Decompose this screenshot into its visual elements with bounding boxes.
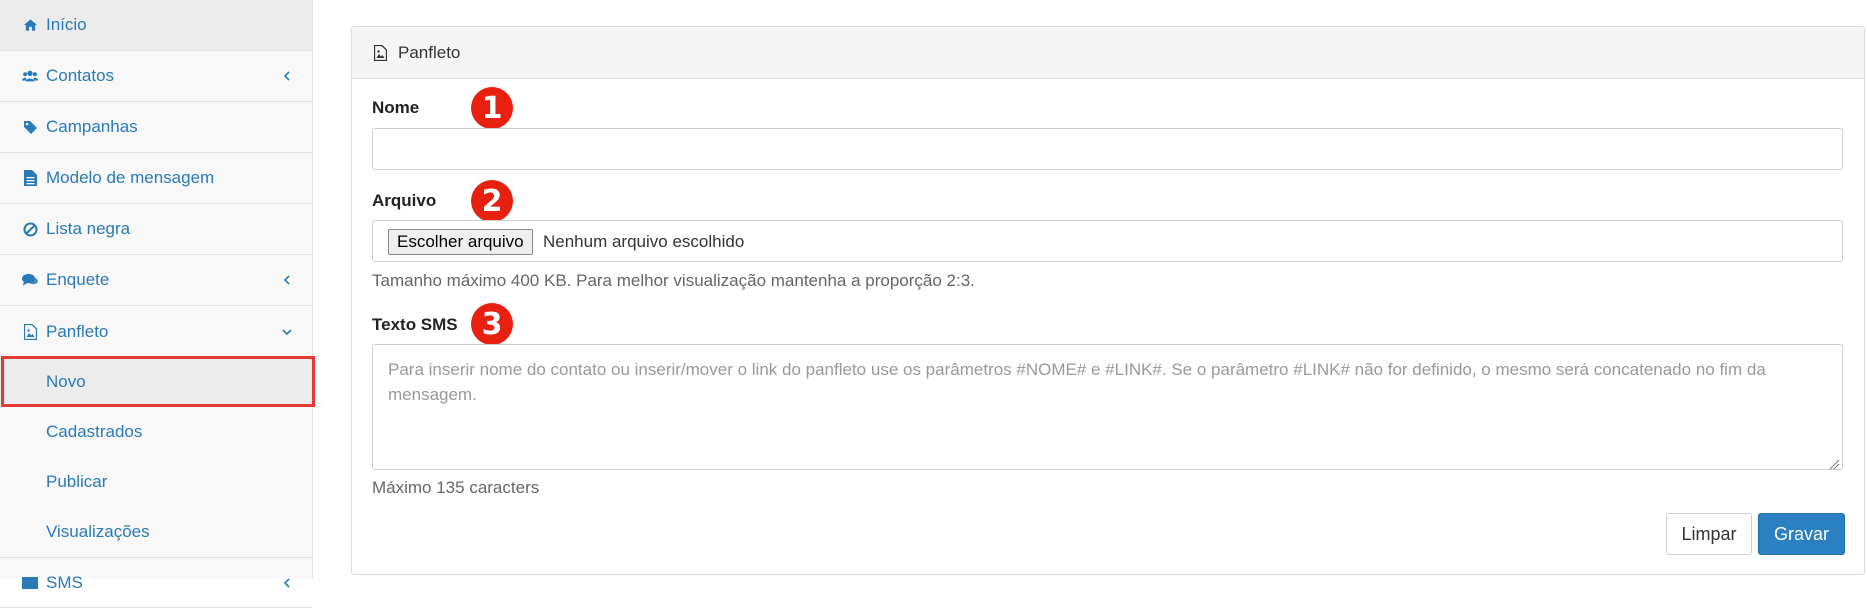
annotation-badge-3: 3 bbox=[471, 303, 513, 345]
sidebar-item-modelo-mensagem[interactable]: Modelo de mensagem bbox=[0, 153, 312, 204]
annotation-badge-2: 2 bbox=[471, 180, 513, 222]
home-icon bbox=[22, 17, 38, 33]
panel-header: Panfleto bbox=[352, 27, 1864, 79]
sidebar-subitem-label: Publicar bbox=[46, 472, 108, 491]
image-file-icon bbox=[374, 44, 390, 61]
sidebar-item-label: Campanhas bbox=[46, 117, 138, 136]
annotation-badge-1: 1 bbox=[471, 87, 513, 129]
sidebar-item-lista-negra[interactable]: Lista negra bbox=[0, 204, 312, 255]
clear-button[interactable]: Limpar bbox=[1666, 513, 1752, 555]
save-button[interactable]: Gravar bbox=[1758, 513, 1845, 555]
sms-placeholder: Para inserir nome do contato ou inserir/… bbox=[388, 360, 1766, 404]
sidebar-subitem-publicar[interactable]: Publicar bbox=[0, 457, 312, 507]
chevron-left-icon bbox=[282, 275, 292, 285]
image-file-icon bbox=[22, 323, 38, 340]
sidebar-item-label: SMS bbox=[46, 572, 83, 592]
sidebar-subitem-label: Visualizações bbox=[46, 522, 150, 541]
sidebar-subitem-novo[interactable]: Novo bbox=[0, 357, 312, 407]
file-label: Arquivo bbox=[372, 191, 437, 210]
sidebar-item-contatos[interactable]: Contatos bbox=[0, 51, 312, 102]
tag-icon bbox=[22, 119, 38, 135]
file-status-text: Nenhum arquivo escolhido bbox=[543, 232, 745, 251]
sidebar: Início Contatos Campanhas Modelo de mens… bbox=[0, 0, 313, 608]
sidebar-item-sms[interactable]: SMS bbox=[0, 557, 312, 608]
sidebar-subitem-cadastrados[interactable]: Cadastrados bbox=[0, 407, 312, 457]
name-input[interactable] bbox=[372, 128, 1843, 170]
sidebar-subitem-label: Novo bbox=[46, 372, 86, 391]
file-text-icon bbox=[22, 170, 38, 186]
comments-icon bbox=[22, 272, 38, 288]
sidebar-subitem-label: Cadastrados bbox=[46, 422, 143, 441]
chevron-left-icon bbox=[282, 71, 292, 81]
file-input: Escolher arquivo Nenhum arquivo escolhid… bbox=[372, 220, 1843, 262]
chevron-down-icon bbox=[282, 327, 292, 337]
panel-title: Panfleto bbox=[398, 42, 461, 62]
panfleto-panel: Panfleto Nome 1 Arquivo 2 Escolher arqui… bbox=[351, 26, 1865, 575]
name-label: Nome bbox=[372, 98, 420, 117]
sidebar-item-label: Enquete bbox=[46, 270, 110, 289]
users-icon bbox=[22, 68, 38, 84]
sidebar-item-inicio[interactable]: Início bbox=[0, 0, 312, 51]
sidebar-item-campanhas[interactable]: Campanhas bbox=[0, 102, 312, 153]
sidebar-item-panfleto[interactable]: Panfleto bbox=[0, 306, 312, 357]
envelope-icon bbox=[22, 575, 38, 591]
ban-icon bbox=[22, 221, 38, 237]
sms-help-text: Máximo 135 caracters bbox=[372, 478, 540, 497]
file-help-text: Tamanho máximo 400 KB. Para melhor visua… bbox=[372, 271, 975, 290]
sidebar-item-enquete[interactable]: Enquete bbox=[0, 255, 312, 306]
choose-file-button[interactable]: Escolher arquivo bbox=[388, 229, 533, 255]
sidebar-item-label: Modelo de mensagem bbox=[46, 168, 215, 187]
sms-label: Texto SMS bbox=[372, 315, 458, 334]
sidebar-subitem-visualizacoes[interactable]: Visualizações bbox=[0, 507, 312, 557]
sidebar-item-label: Lista negra bbox=[46, 219, 131, 238]
sidebar-item-label: Contatos bbox=[46, 66, 115, 85]
sidebar-item-label: Início bbox=[46, 15, 87, 34]
chevron-left-icon bbox=[282, 577, 292, 588]
resize-grip-icon[interactable] bbox=[1828, 455, 1840, 470]
sidebar-item-label: Panfleto bbox=[46, 321, 109, 341]
sms-textarea[interactable]: Para inserir nome do contato ou inserir/… bbox=[372, 344, 1843, 470]
